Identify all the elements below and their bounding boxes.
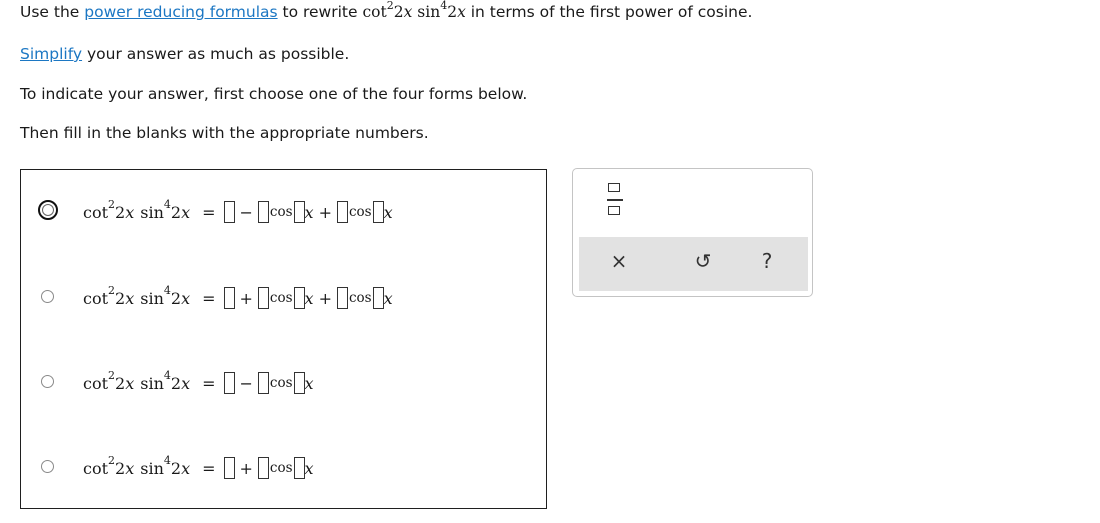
choice-row-1[interactable]: cot 2 2 x sin 4 2 x = − cos x + cos x xyxy=(21,190,546,230)
blank-input[interactable] xyxy=(372,201,384,223)
radio-unselected[interactable] xyxy=(41,290,54,303)
instruction-line-1: Use the power reducing formulas to rewri… xyxy=(20,0,753,21)
clear-icon[interactable]: × xyxy=(606,247,632,275)
blank-input[interactable] xyxy=(372,287,384,309)
blank-input[interactable] xyxy=(293,372,305,394)
math-toolbox: × ↺ ? xyxy=(572,168,813,297)
problem-expression: cot22x sin42x xyxy=(362,0,466,21)
choice-expression-2: cot 2 2 x sin 4 2 x = + cos x + cos x xyxy=(83,283,393,309)
radio-selected[interactable] xyxy=(38,200,58,220)
blank-input[interactable] xyxy=(223,201,235,223)
instruction-line-2: Simplify your answer as much as possible… xyxy=(20,45,349,63)
blank-input[interactable] xyxy=(336,201,348,223)
blank-input[interactable] xyxy=(336,287,348,309)
instruction-line-4: Then fill in the blanks with the appropr… xyxy=(20,124,429,142)
blank-input[interactable] xyxy=(223,287,235,309)
radio-unselected[interactable] xyxy=(41,375,54,388)
blank-input[interactable] xyxy=(293,457,305,479)
choice-expression-3: cot 2 2 x sin 4 2 x = − cos x xyxy=(83,368,314,394)
simplify-link[interactable]: Simplify xyxy=(20,45,82,63)
undo-icon[interactable]: ↺ xyxy=(690,247,716,275)
instruction-text: in terms of the first power of cosine. xyxy=(465,3,753,21)
radio-unselected[interactable] xyxy=(41,460,54,473)
blank-input[interactable] xyxy=(223,372,235,394)
blank-input[interactable] xyxy=(257,287,269,309)
instruction-text: Use the xyxy=(20,3,85,21)
blank-input[interactable] xyxy=(257,201,269,223)
fraction-icon[interactable] xyxy=(607,183,623,217)
blank-input[interactable] xyxy=(293,201,305,223)
help-icon[interactable]: ? xyxy=(754,247,780,275)
choice-expression-1: cot 2 2 x sin 4 2 x = − cos x + cos x xyxy=(83,197,393,223)
blank-input[interactable] xyxy=(293,287,305,309)
choice-row-4[interactable]: cot 2 2 x sin 4 2 x = + cos x xyxy=(21,446,546,486)
blank-input[interactable] xyxy=(223,457,235,479)
instruction-text: to rewrite xyxy=(277,3,363,21)
instruction-line-3: To indicate your answer, first choose on… xyxy=(20,85,528,103)
answer-choices-panel: cot 2 2 x sin 4 2 x = − cos x + cos x cot 2 2 x sin 4 2… xyxy=(20,169,547,509)
blank-input[interactable] xyxy=(257,457,269,479)
blank-input[interactable] xyxy=(257,372,269,394)
instruction-text: your answer as much as possible. xyxy=(82,45,350,63)
toolbox-actions: × ↺ ? xyxy=(579,237,808,291)
choice-row-2[interactable]: cot 2 2 x sin 4 2 x = + cos x + cos x xyxy=(21,276,546,316)
power-reducing-formulas-link[interactable]: power reducing formulas xyxy=(84,3,277,21)
choice-expression-4: cot 2 2 x sin 4 2 x = + cos x xyxy=(83,453,314,479)
choice-row-3[interactable]: cot 2 2 x sin 4 2 x = − cos x xyxy=(21,361,546,401)
